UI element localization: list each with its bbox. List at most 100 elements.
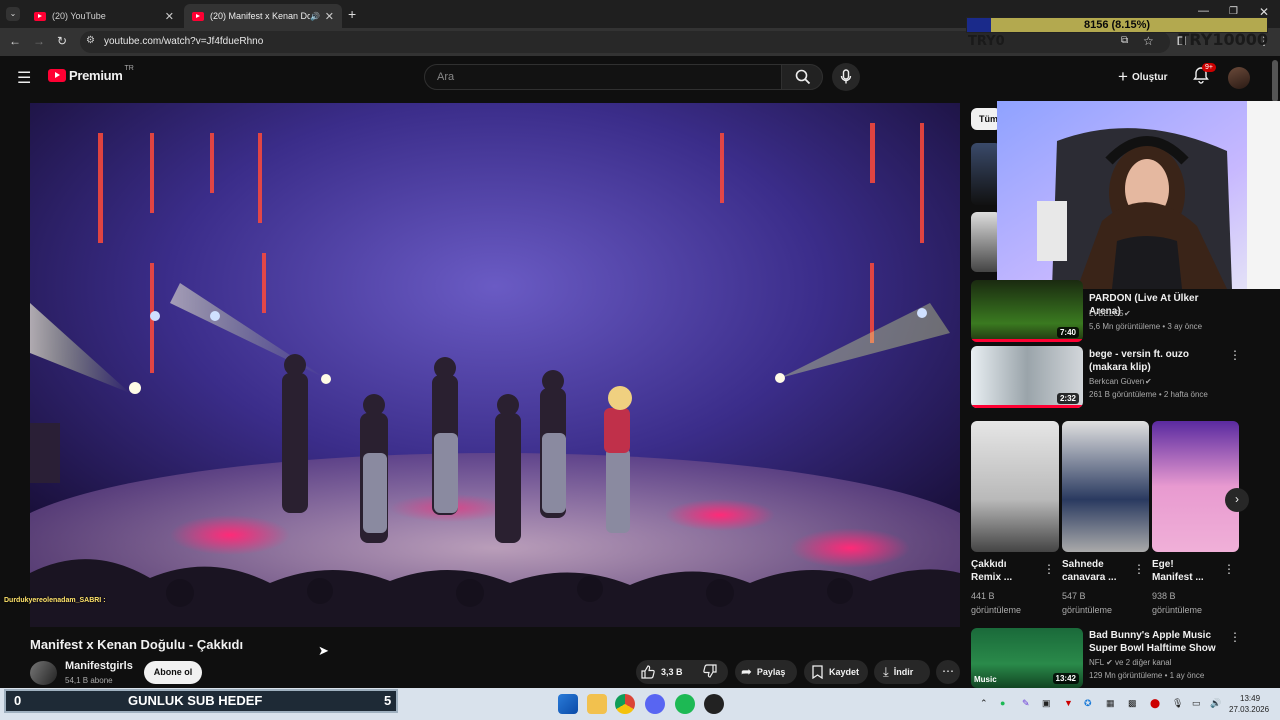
close-tab-icon[interactable]: ✕: [165, 10, 174, 23]
item-menu-icon[interactable]: ⋮: [1229, 630, 1241, 644]
tray-chevron-icon[interactable]: ⌃: [980, 698, 988, 709]
streamer-webcam-image: [997, 101, 1280, 289]
verified-icon: ✔: [1106, 658, 1113, 667]
short-3-title[interactable]: Ege! Manifest ...: [1152, 558, 1216, 584]
new-tab-icon[interactable]: +: [348, 6, 356, 22]
sidebar-item-3-channel[interactable]: NFL ✔ ve 2 diğer kanal: [1089, 657, 1171, 669]
tray-app-icon[interactable]: ▼: [1064, 698, 1073, 708]
sidebar-item-2-title[interactable]: bege - versin ft. ouzo (makara klip): [1089, 348, 1229, 374]
tray-volume-icon[interactable]: 🔊: [1210, 698, 1221, 709]
close-tab-icon[interactable]: ✕: [325, 10, 334, 23]
mouse-cursor-icon: ➤: [318, 643, 329, 658]
tab-video[interactable]: (20) Manifest x Kenan Doğu 🔊 ✕: [184, 4, 342, 28]
item-menu-icon[interactable]: ⋮: [1223, 562, 1235, 576]
sidebar-thumb-3[interactable]: Music 13:42: [971, 628, 1083, 688]
sub-goal-widget: 0 GUNLUK SUB HEDEF 5: [4, 689, 398, 713]
tab-list-chevron-icon[interactable]: ⌄: [6, 7, 20, 21]
account-avatar[interactable]: [1228, 67, 1250, 89]
reload-icon[interactable]: ↻: [57, 34, 67, 48]
video-duration: 13:42: [1052, 673, 1079, 684]
more-actions-button[interactable]: ⋯: [936, 660, 960, 684]
site-info-icon[interactable]: ⚙: [86, 35, 95, 46]
short-2-views: 547 B: [1062, 591, 1086, 601]
short-thumb-3[interactable]: [1152, 421, 1239, 552]
short-1-views: 441 B: [971, 591, 995, 601]
youtube-favicon-icon: [192, 11, 204, 21]
bookmark-icon: [812, 665, 823, 679]
search-button[interactable]: [781, 64, 823, 90]
notifications-button[interactable]: 9+: [1192, 63, 1216, 86]
video-duration: 2:32: [1056, 393, 1079, 404]
forward-icon[interactable]: →: [33, 34, 45, 48]
voice-search-button[interactable]: [832, 63, 860, 91]
video-title: Manifest x Kenan Doğulu - Çakkıdı: [30, 637, 244, 652]
tray-record-icon[interactable]: ⬤: [1150, 698, 1160, 709]
sidebar-item-2-channel[interactable]: Berkcan Güven: [1089, 376, 1144, 388]
short-1-views-label: görüntüleme: [971, 605, 1022, 615]
share-icon: ➦: [741, 664, 752, 679]
download-button[interactable]: ⤓ İndir: [874, 660, 930, 684]
create-button[interactable]: + Oluştur: [1118, 66, 1168, 88]
tab-youtube-label: (20) YouTube: [52, 11, 106, 21]
thumbs-down-icon: [703, 664, 717, 678]
file-explorer-icon[interactable]: [587, 694, 607, 714]
tab-video-label: (20) Manifest x Kenan Doğu: [210, 11, 310, 21]
save-label: Kaydet: [829, 667, 860, 677]
obs-icon[interactable]: [704, 694, 724, 714]
tray-app-icon[interactable]: ▣: [1042, 698, 1051, 709]
tray-app-icon[interactable]: ✪: [1084, 698, 1092, 709]
tray-display-icon[interactable]: ▭: [1192, 698, 1201, 709]
share-label: Paylaş: [756, 667, 786, 677]
sidebar-item-1-channel[interactable]: LVBELC5: [1089, 308, 1124, 320]
short-3-views: 938 B: [1152, 591, 1176, 601]
spotify-icon[interactable]: [675, 694, 695, 714]
download-label: İndir: [893, 667, 914, 677]
windows-start-icon[interactable]: [558, 694, 578, 714]
channel-name[interactable]: Manifestgirls: [65, 660, 133, 672]
back-icon[interactable]: ←: [9, 34, 21, 48]
item-menu-icon[interactable]: ⋮: [1133, 562, 1145, 576]
url-text: youtube.com/watch?v=Jf4fdueRhno: [104, 36, 264, 47]
tray-app-icon[interactable]: ✎: [1022, 698, 1030, 709]
sub-goal-target: 5: [384, 693, 392, 708]
channel-avatar[interactable]: [30, 661, 57, 685]
share-button[interactable]: ➦ Paylaş: [735, 660, 797, 684]
subscriber-count: 54,1 B abone: [65, 676, 113, 685]
short-1-title[interactable]: Çakkıdı Remix ...: [971, 558, 1035, 584]
youtube-logo[interactable]: Premium TR: [48, 65, 134, 83]
search-input[interactable]: Ara: [424, 64, 782, 90]
create-label: Oluştur: [1131, 71, 1168, 83]
save-button[interactable]: Kaydet: [804, 660, 868, 684]
discord-icon[interactable]: [645, 694, 665, 714]
clock-time[interactable]: 13:49: [1240, 694, 1260, 703]
sidebar-item-3-title[interactable]: Bad Bunny's Apple Music Super Bowl Halft…: [1089, 629, 1229, 655]
subscribe-button[interactable]: Abone ol: [144, 661, 202, 684]
scrollbar[interactable]: [1272, 60, 1278, 102]
download-icon: ⤓: [883, 664, 889, 679]
region-code: TR: [124, 65, 134, 72]
thumbs-up-icon: [641, 665, 655, 679]
short-thumb-1[interactable]: [971, 421, 1059, 552]
chrome-icon[interactable]: [615, 694, 635, 714]
tray-app-icon[interactable]: ▦: [1106, 698, 1115, 709]
video-player[interactable]: [30, 103, 960, 627]
tab-youtube[interactable]: (20) YouTube ✕: [26, 4, 182, 28]
tray-spotify-icon[interactable]: ●: [1000, 698, 1005, 708]
sidebar-thumb-1[interactable]: 7:40: [971, 280, 1083, 342]
hamburger-menu-icon[interactable]: ☰: [17, 68, 31, 88]
clock-date[interactable]: 27.03.2026: [1229, 705, 1269, 714]
like-button[interactable]: 3,3 B: [641, 663, 683, 681]
chat-overlay-text: Durdukyereolenadam_SABRI :: [4, 597, 106, 604]
item-menu-icon[interactable]: ⋮: [1229, 348, 1241, 362]
short-thumb-2[interactable]: [1062, 421, 1149, 552]
tray-mic-icon[interactable]: 🎙: [1172, 698, 1183, 709]
sidebar-thumb-2[interactable]: 2:32: [971, 346, 1083, 408]
shorts-next-button[interactable]: ›: [1225, 488, 1249, 512]
short-2-title[interactable]: Sahnede canavara ...: [1062, 558, 1126, 584]
item-menu-icon[interactable]: ⋮: [1043, 562, 1055, 576]
tray-app-icon[interactable]: ▩: [1128, 698, 1137, 709]
microphone-icon: [840, 69, 852, 84]
speaker-icon[interactable]: 🔊: [310, 12, 320, 21]
dislike-button[interactable]: [703, 664, 717, 683]
donation-min-label: TRY0: [968, 34, 1005, 49]
